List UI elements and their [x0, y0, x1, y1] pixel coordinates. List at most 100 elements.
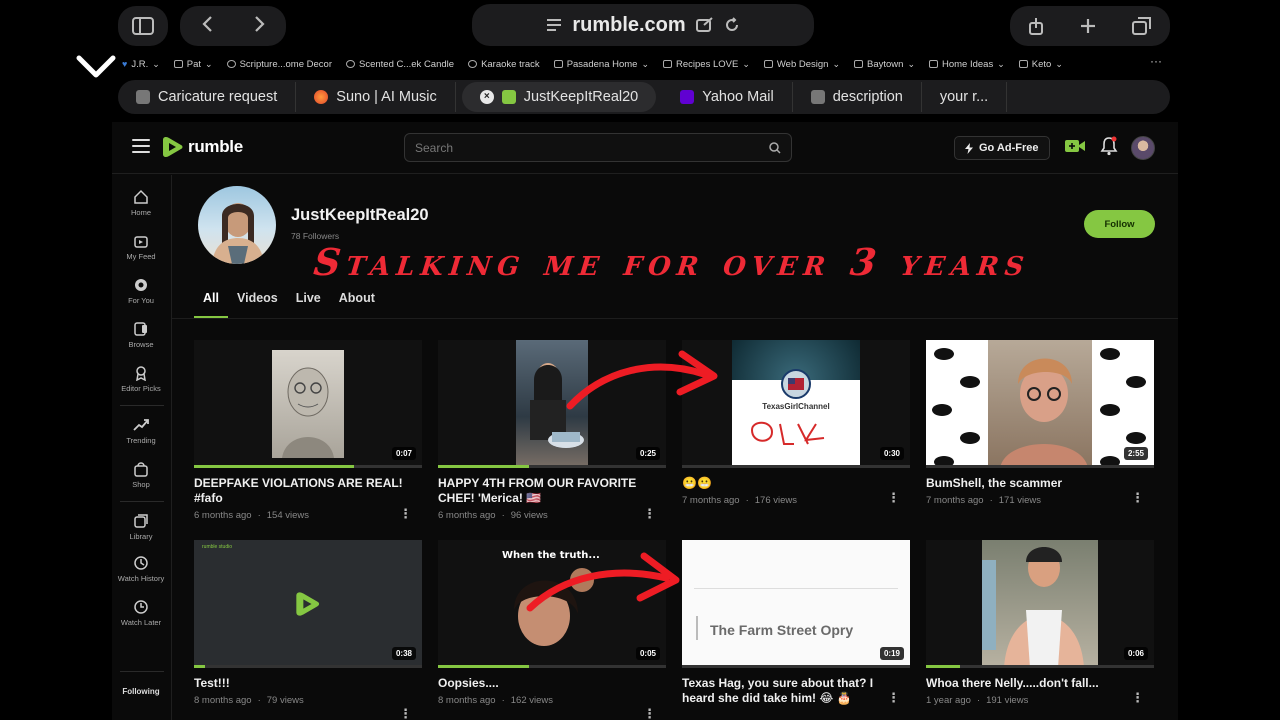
- folder-icon: [173, 60, 183, 68]
- sidebar-item-for-you[interactable]: For You: [112, 277, 170, 305]
- bookmark-item[interactable]: Scripture...ome Decor: [226, 59, 332, 70]
- video-thumbnail[interactable]: rumble studio 0:38: [194, 540, 422, 668]
- video-card[interactable]: The Farm Street Opry 0:19 Texas Hag, you s…: [682, 540, 910, 710]
- video-thumbnail[interactable]: When the truth... 0:05: [438, 540, 666, 668]
- bookmark-item[interactable]: Pasadena Home ⌄: [553, 58, 649, 70]
- search-input[interactable]: [415, 140, 735, 155]
- video-card[interactable]: 0:06 Whoa there Nelly.....don't fall... 1 …: [926, 540, 1154, 706]
- bookmark-label: Keto: [1031, 58, 1052, 70]
- bookmark-item[interactable]: Web Design ⌄: [763, 58, 840, 70]
- tab-label: Suno | AI Music: [336, 89, 437, 105]
- search-icon[interactable]: [769, 141, 781, 154]
- video-title[interactable]: 😬😬: [682, 476, 892, 491]
- video-thumbnail[interactable]: 0:07: [194, 340, 422, 468]
- video-title[interactable]: Test!!!: [194, 676, 404, 691]
- more-options-icon[interactable]: ⋮: [1131, 490, 1144, 506]
- browser-tab[interactable]: Yahoo Mail: [662, 82, 793, 112]
- more-options-icon[interactable]: ⋮: [1131, 690, 1144, 706]
- video-title[interactable]: Texas Hag, you sure about that? I heard …: [682, 676, 892, 706]
- watch-progress-bar: [438, 665, 666, 668]
- video-title[interactable]: HAPPY 4TH FROM OUR FAVORITE CHEF! 'Meric…: [438, 476, 648, 506]
- user-avatar[interactable]: [1131, 136, 1155, 160]
- meta-separator: ·: [257, 695, 261, 706]
- video-title[interactable]: BumShell, the scammer: [926, 476, 1136, 491]
- sidebar-item-shop[interactable]: Shop: [112, 461, 170, 489]
- bookmark-item[interactable]: Karaoke track: [468, 59, 540, 70]
- browser-tab[interactable]: Suno | AI Music: [296, 82, 456, 112]
- watch-progress-fill: [926, 665, 961, 668]
- tab-all[interactable]: All: [194, 290, 228, 318]
- video-views: 176 views: [754, 495, 797, 506]
- video-thumbnail[interactable]: The Farm Street Opry 0:19: [682, 540, 910, 668]
- bookmark-item[interactable]: Baytown ⌄: [854, 59, 915, 70]
- video-card[interactable]: 0:07 DEEPFAKE VIOLATIONS ARE REAL! #fafo 6…: [194, 340, 422, 521]
- more-options-icon[interactable]: ⋮: [887, 490, 900, 506]
- browser-tab[interactable]: × JustKeepItReal20: [461, 82, 657, 112]
- video-title[interactable]: DEEPFAKE VIOLATIONS ARE REAL! #fafo: [194, 476, 404, 506]
- sidebar-item-home[interactable]: Home: [112, 189, 170, 217]
- video-card[interactable]: When the truth... 0:05 Oopsies.... 8 months…: [438, 540, 666, 720]
- browser-tab[interactable]: description: [793, 82, 922, 112]
- sidebar-item-trending[interactable]: Trending: [112, 417, 170, 445]
- video-thumbnail[interactable]: 0:25: [438, 340, 666, 468]
- browser-tab[interactable]: your r...: [922, 82, 1008, 112]
- video-thumbnail[interactable]: 0:06: [926, 540, 1154, 668]
- chevron-down-icon[interactable]: [74, 50, 118, 84]
- sidebar-item-watch-history[interactable]: Watch History: [112, 555, 170, 583]
- upload-video-icon[interactable]: [1064, 136, 1086, 156]
- tab-label: JustKeepItReal20: [523, 89, 639, 105]
- bookmark-item[interactable]: Recipes LOVE ⌄: [663, 59, 750, 70]
- browser-tab[interactable]: Caricature request: [118, 82, 297, 112]
- bookmark-item[interactable]: Home Ideas ⌄: [928, 59, 1005, 70]
- bookmark-item[interactable]: ♥ J.R. ⌄: [122, 59, 160, 70]
- address-bar[interactable]: rumble.com: [472, 4, 814, 46]
- notification-bell-icon[interactable]: [1100, 136, 1118, 156]
- sidebar-item-label: Watch History: [117, 574, 165, 583]
- more-options-icon[interactable]: ⋮: [643, 506, 656, 522]
- tab-live[interactable]: Live: [287, 290, 330, 318]
- sidebar-item-my-feed[interactable]: My Feed: [112, 233, 170, 261]
- bookmark-item[interactable]: Pat ⌄: [173, 59, 213, 70]
- bookmarks-more-button[interactable]: ···: [1150, 54, 1162, 68]
- tab-videos[interactable]: Videos: [228, 290, 287, 318]
- bookmark-label: Web Design: [776, 58, 829, 70]
- bookmark-label: Pasadena Home: [566, 58, 638, 70]
- more-options-icon[interactable]: ⋮: [643, 706, 656, 720]
- menu-icon[interactable]: [132, 139, 150, 153]
- rumble-logo[interactable]: rumble: [162, 135, 243, 159]
- bookmark-item[interactable]: Scented C...ek Candle: [346, 59, 454, 70]
- duration-badge: 0:25: [635, 447, 660, 460]
- video-meta: 6 months ago · 154 views: [194, 510, 422, 521]
- share-screen-icon[interactable]: [695, 17, 714, 33]
- tab-overview-icon[interactable]: [1132, 17, 1152, 35]
- video-thumbnail[interactable]: 2:55: [926, 340, 1154, 468]
- channel-avatar[interactable]: [198, 186, 276, 264]
- more-options-icon[interactable]: ⋮: [399, 706, 412, 720]
- sidebar-toggle-button[interactable]: [118, 6, 168, 46]
- bookmark-item[interactable]: Keto ⌄: [1018, 58, 1063, 70]
- video-title[interactable]: Oopsies....: [438, 676, 648, 691]
- video-card[interactable]: rumble studio 0:38 Test!!! 8 months ago · 79 …: [194, 540, 422, 720]
- sidebar-item-watch-later[interactable]: Watch Later: [112, 599, 170, 627]
- more-options-icon[interactable]: ⋮: [399, 506, 412, 522]
- share-icon[interactable]: [1028, 17, 1044, 35]
- follow-button[interactable]: Follow: [1084, 210, 1155, 238]
- video-thumbnail[interactable]: TexasGirlChannel 0:30: [682, 340, 910, 468]
- tab-about[interactable]: About: [330, 290, 384, 318]
- video-card[interactable]: TexasGirlChannel 0:30 😬😬 7 months ago · 176 v…: [682, 340, 910, 506]
- close-icon[interactable]: ×: [479, 90, 494, 104]
- watch-progress-fill: [438, 465, 530, 468]
- back-button[interactable]: [201, 15, 213, 38]
- left-sidebar: Home My Feed For You Browse Editor Picks Tren…: [112, 175, 172, 720]
- video-card[interactable]: 0:25 HAPPY 4TH FROM OUR FAVORITE CHEF! 'M…: [438, 340, 666, 521]
- reload-icon[interactable]: [724, 17, 740, 33]
- video-card[interactable]: 2:55 BumShell, the scammer 7 months ago · 17…: [926, 340, 1154, 506]
- sidebar-item-browse[interactable]: Browse: [112, 321, 170, 349]
- video-title[interactable]: Whoa there Nelly.....don't fall...: [926, 676, 1136, 691]
- sidebar-item-editor-picks[interactable]: Editor Picks: [112, 365, 170, 393]
- new-tab-icon[interactable]: [1079, 17, 1097, 35]
- sidebar-item-library[interactable]: Library: [112, 513, 170, 541]
- forward-button[interactable]: [254, 15, 266, 38]
- go-ad-free-button[interactable]: Go Ad-Free: [954, 136, 1050, 160]
- more-options-icon[interactable]: ⋮: [887, 690, 900, 706]
